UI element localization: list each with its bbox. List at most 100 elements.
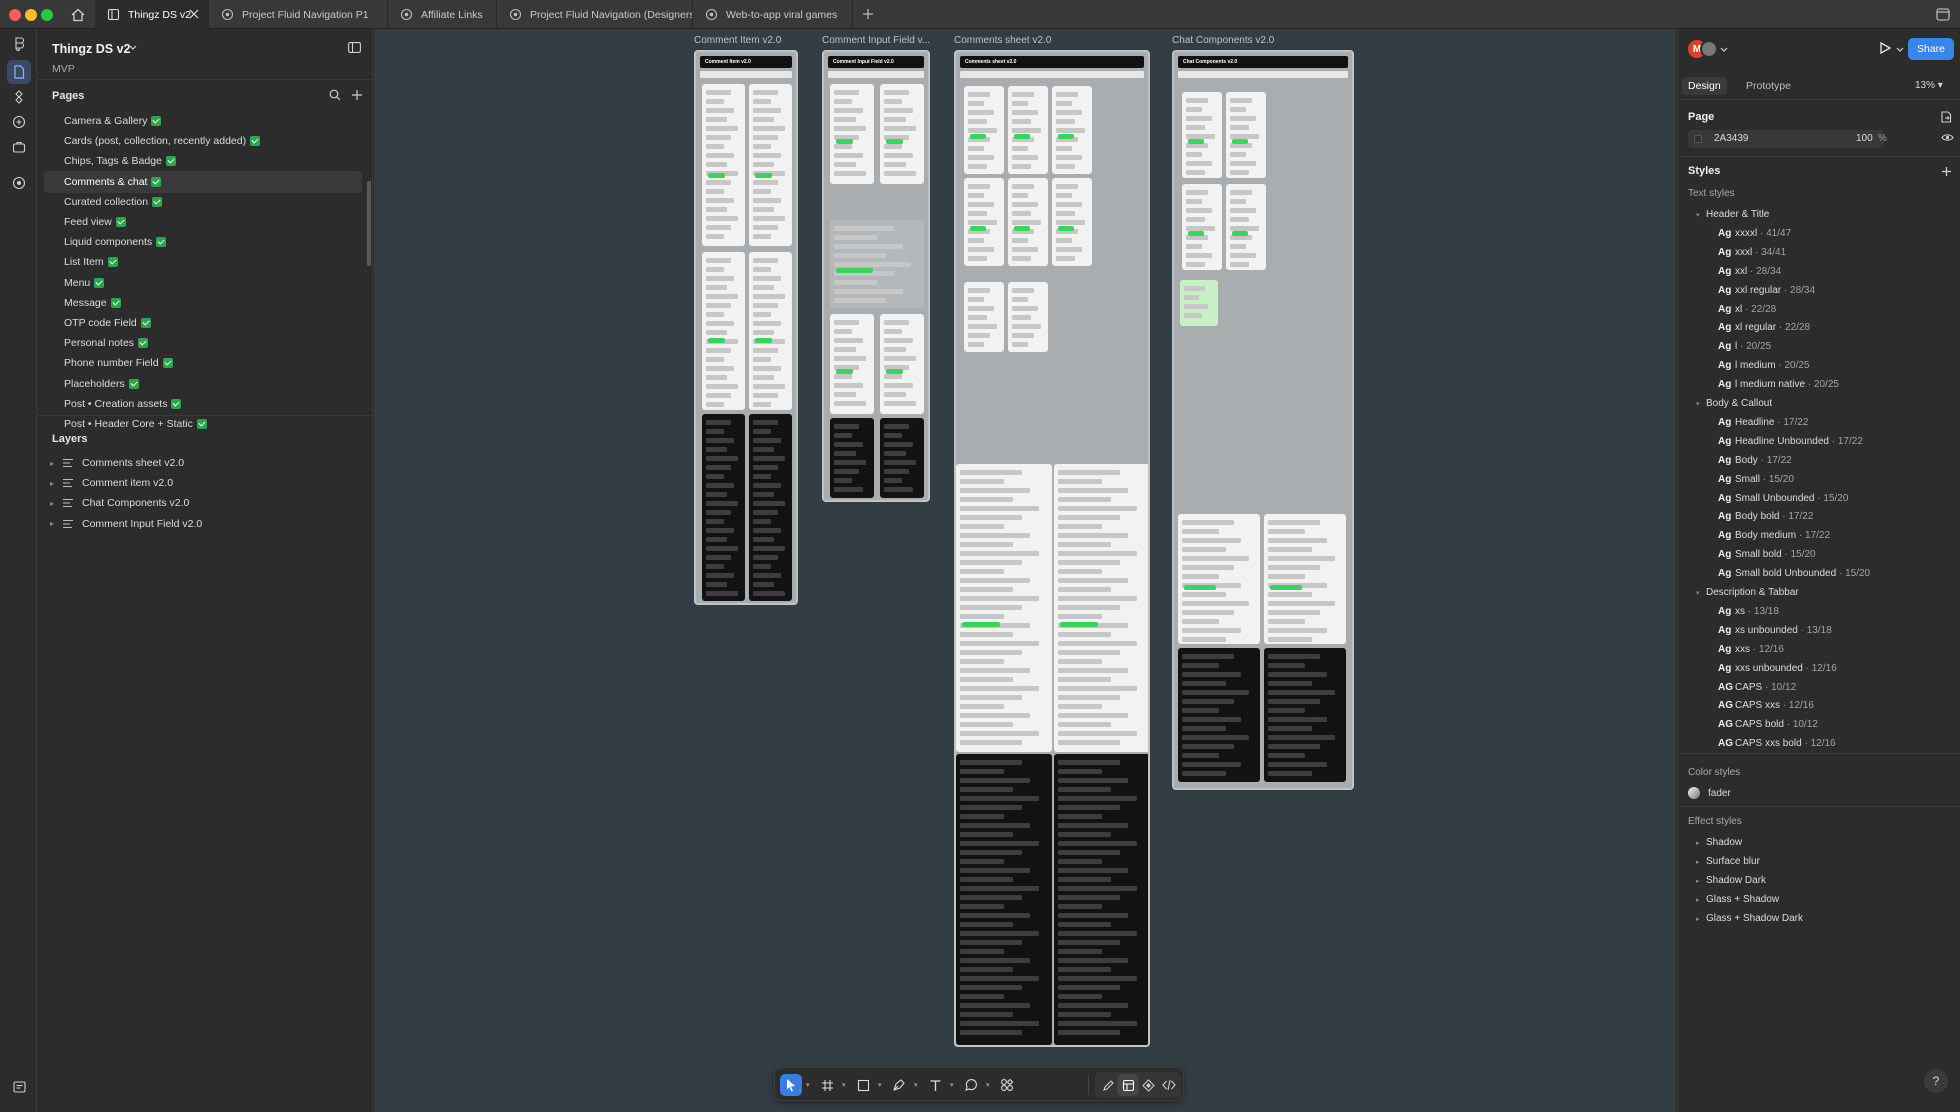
color-style-item[interactable]: fader [1688,787,1731,799]
frame-comment-input-field[interactable]: Comment Input Field v2.0 [822,50,930,502]
frame-label[interactable]: Comment Input Field v... [822,35,930,46]
shape-tool-button[interactable] [852,1074,874,1096]
search-icon[interactable] [329,89,341,101]
text-style-item[interactable]: Ag Headline · 17/22 [1718,417,1808,428]
text-style-item[interactable]: Ag Small bold · 15/20 [1718,549,1816,560]
style-group[interactable]: ▾ Header & Title [1696,209,1769,220]
layer-item[interactable]: ▸ Comment Input Field v2.0 [44,513,362,535]
zoom-window-button[interactable] [41,9,53,21]
text-style-item[interactable]: Ag l medium · 20/25 [1718,360,1810,371]
pages-scrollbar[interactable] [367,181,371,266]
page-item[interactable]: Menu [44,272,362,294]
text-style-item[interactable]: Ag Body bold · 17/22 [1718,511,1813,522]
figma-menu-button[interactable] [7,33,31,57]
comment-tool-button[interactable] [960,1074,982,1096]
page-item[interactable]: Phone number Field [44,352,362,374]
text-style-item[interactable]: AG CAPS xxs · 12/16 [1718,700,1814,711]
page-item[interactable]: Message [44,292,362,314]
chevron-down-icon[interactable]: ▾ [986,1081,990,1089]
page-item[interactable]: Chips, Tags & Badge [44,150,362,172]
page-item[interactable]: Feed view [44,211,362,233]
chevron-down-icon[interactable]: ▾ [806,1081,810,1089]
tab-project-fluid-p1[interactable]: Project Fluid Navigation P1 [209,0,388,29]
text-style-item[interactable]: Ag xxl regular · 28/34 [1718,285,1815,296]
pages-layers-button[interactable] [7,60,31,84]
dev-mode-button[interactable] [7,171,31,195]
text-style-item[interactable]: Ag xs · 13/18 [1718,606,1779,617]
window-layout-icon[interactable] [1936,8,1950,21]
design-mode-button[interactable] [1117,1074,1139,1096]
project-name[interactable]: Thingz DS v2 [52,42,130,56]
home-icon[interactable] [70,7,86,23]
chevron-down-icon[interactable]: ▾ [950,1081,954,1089]
help-button[interactable]: ? [1924,1069,1948,1093]
style-group[interactable]: ▾ Body & Callout [1696,398,1772,409]
text-style-item[interactable]: AG CAPS bold · 10/12 [1718,719,1818,730]
page-color-hex[interactable]: 2A3439 [1714,133,1748,144]
avatar[interactable] [1700,40,1718,58]
sidebar-toggle-icon[interactable] [348,42,361,53]
color-swatch[interactable] [1694,135,1702,143]
text-style-item[interactable]: Ag xxxl · 34/41 [1718,247,1786,258]
page-item[interactable]: Personal notes [44,332,362,354]
text-style-item[interactable]: Ag Body medium · 17/22 [1718,530,1830,541]
text-style-item[interactable]: Ag xl regular · 22/28 [1718,322,1810,333]
frame-comments-sheet[interactable]: Comments sheet v2.0 [954,50,1150,1047]
chevron-down-icon[interactable]: ▾ [842,1081,846,1089]
page-item[interactable]: Curated collection [44,191,362,213]
text-tool-button[interactable] [924,1074,946,1096]
text-style-item[interactable]: Ag xxxxl · 41/47 [1718,228,1791,239]
text-style-item[interactable]: Ag Small bold Unbounded · 15/20 [1718,568,1870,579]
dev-mode-toggle[interactable] [1158,1074,1180,1096]
share-button[interactable]: Share [1908,38,1954,60]
actions-tool-button[interactable] [996,1074,1018,1096]
style-group[interactable]: ▾ Description & Tabbar [1696,587,1799,598]
frame-label[interactable]: Comment Item v2.0 [694,35,781,46]
text-style-item[interactable]: AG CAPS xxs bold · 12/16 [1718,738,1836,749]
text-style-item[interactable]: Ag xs unbounded · 13/18 [1718,625,1832,636]
text-style-item[interactable]: Ag Body · 17/22 [1718,455,1792,466]
page-item[interactable]: OTP code Field [44,312,362,334]
page-item[interactable]: Liquid components [44,231,362,253]
tab-design[interactable]: Design [1682,77,1727,95]
tab-affiliate-links[interactable]: Affiliate Links [388,0,497,29]
text-style-item[interactable]: Ag Small · 15/20 [1718,474,1794,485]
tab-prototype[interactable]: Prototype [1740,77,1797,95]
text-style-item[interactable]: Ag xxs unbounded · 12/16 [1718,663,1837,674]
chevron-right-icon[interactable]: ▸ [50,459,60,468]
effect-style-item[interactable]: ▸ Shadow [1696,837,1742,848]
move-tool-button[interactable] [780,1074,802,1096]
present-icon[interactable] [1878,41,1892,55]
tab-web-to-app[interactable]: Web-to-app viral games [693,0,853,29]
text-style-item[interactable]: AG CAPS · 10/12 [1718,682,1796,693]
page-item[interactable]: Cards (post, collection, recently added) [44,130,362,152]
export-icon[interactable] [1940,111,1952,123]
tab-thingz-ds[interactable]: Thingz DS v2 [95,0,209,29]
close-window-button[interactable] [9,9,21,21]
page-color-field[interactable]: 2A3439 100 % [1688,130,1887,148]
draw-mode-button[interactable] [1097,1074,1119,1096]
text-style-item[interactable]: Ag xxl · 28/34 [1718,266,1781,277]
component-mode-button[interactable] [1137,1074,1159,1096]
effect-style-item[interactable]: ▸ Glass + Shadow [1696,894,1779,905]
frame-chat-components[interactable]: Chat Components v2.0 [1172,50,1354,790]
feedback-button[interactable] [7,1075,31,1099]
layer-item[interactable]: ▸ Comments sheet v2.0 [44,452,362,474]
frame-label[interactable]: Chat Components v2.0 [1172,35,1274,46]
canvas[interactable]: Comment Item v2.0 Comment Item v2.0 Comm… [374,29,1676,1112]
chevron-right-icon[interactable]: ▸ [50,519,60,528]
effect-style-item[interactable]: ▸ Glass + Shadow Dark [1696,913,1803,924]
text-style-item[interactable]: Ag Headline Unbounded · 17/22 [1718,436,1863,447]
page-item[interactable]: Post • Header Core + Static [44,413,362,435]
assets-button[interactable] [7,85,31,109]
chevron-down-icon[interactable] [1720,47,1728,53]
page-item[interactable]: Placeholders [44,373,362,395]
frame-comment-item[interactable]: Comment Item v2.0 [694,50,798,605]
chevron-down-icon[interactable]: ▾ [914,1081,918,1089]
tab-project-fluid-designers[interactable]: Project Fluid Navigation (Designers C [497,0,693,29]
pen-tool-button[interactable] [888,1074,910,1096]
page-item[interactable]: Camera & Gallery [44,110,362,132]
chevron-right-icon[interactable]: ▸ [50,499,60,508]
minimize-window-button[interactable] [25,9,37,21]
new-tab-icon[interactable] [861,7,875,21]
